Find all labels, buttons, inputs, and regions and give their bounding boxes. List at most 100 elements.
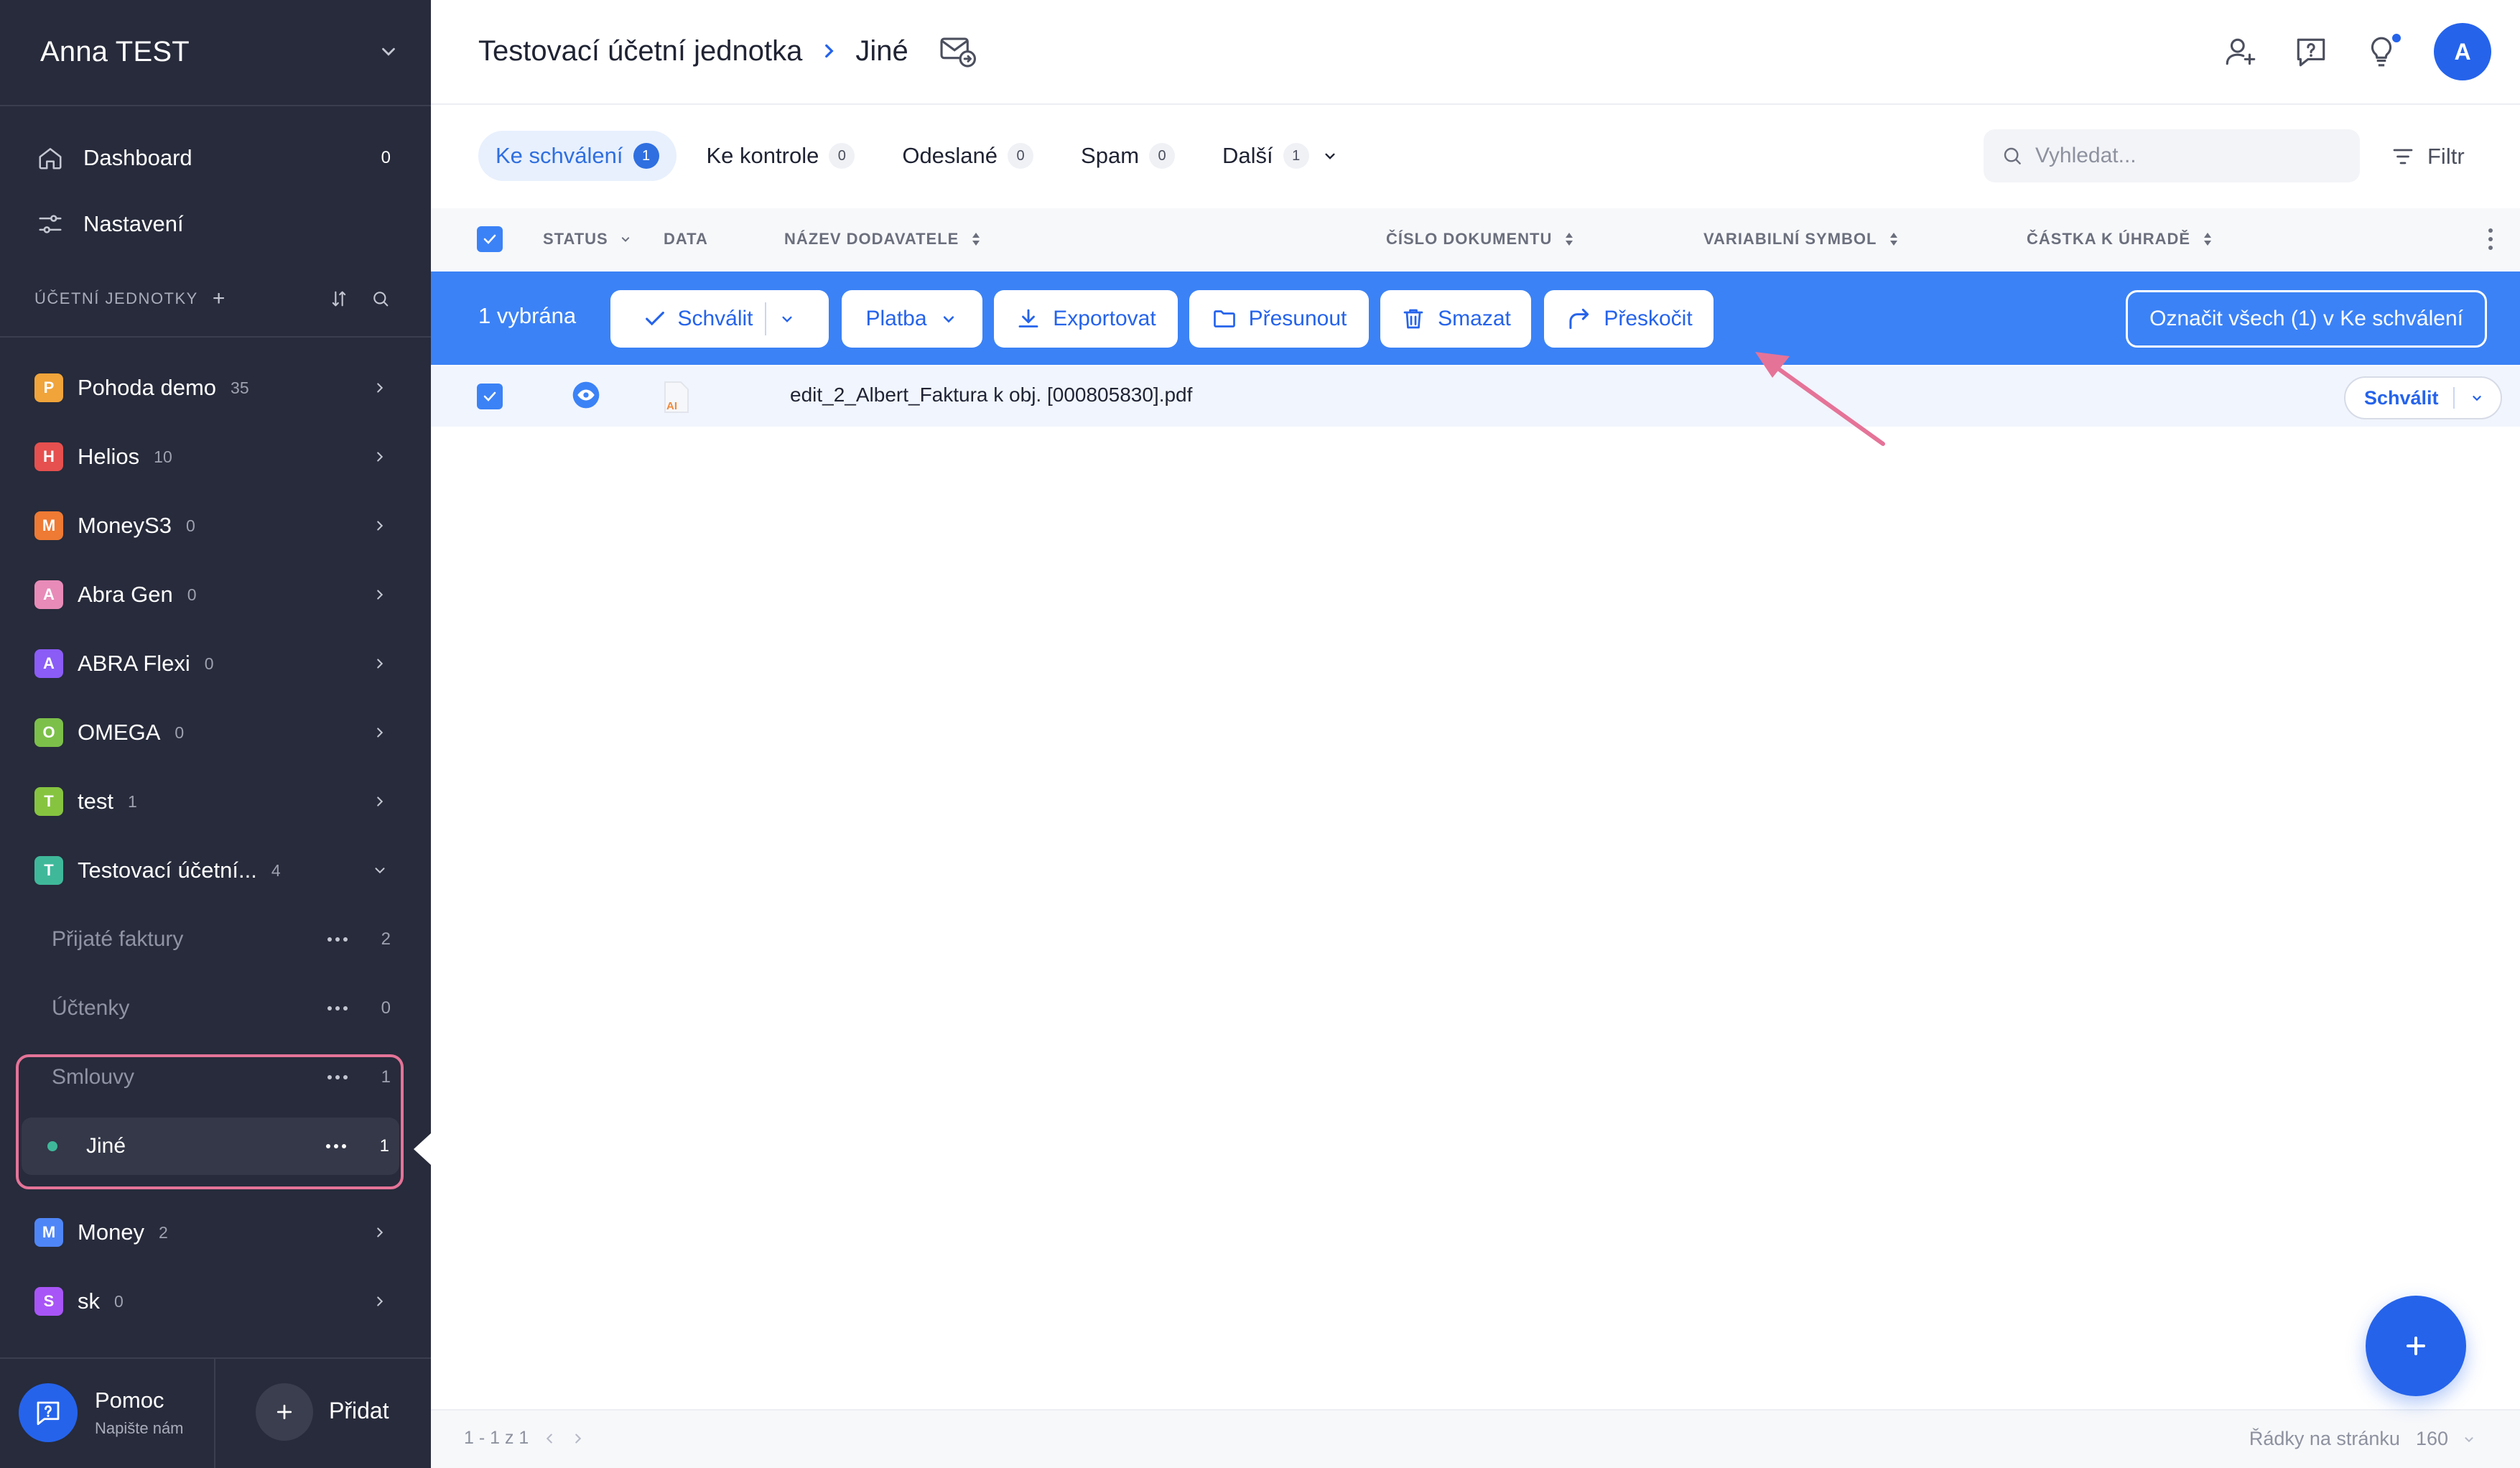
notifications-button[interactable] bbox=[2363, 32, 2402, 70]
annotation-arrow bbox=[1755, 352, 1885, 446]
sidebar-unit-omega[interactable]: O OMEGA 0 bbox=[34, 710, 391, 756]
column-supplier[interactable]: NÁZEV DODAVATELE bbox=[784, 230, 983, 248]
skip-button[interactable]: Přeskočit bbox=[1544, 290, 1714, 348]
column-label: DATA bbox=[664, 230, 708, 248]
table-row[interactable]: AI edit_2_Albert_Faktura k obj. [0008058… bbox=[431, 366, 2520, 427]
select-all-checkbox[interactable] bbox=[477, 226, 503, 252]
divider bbox=[0, 336, 431, 338]
chevron-down-icon[interactable] bbox=[2469, 390, 2485, 406]
skip-label: Přeskočit bbox=[1604, 307, 1693, 330]
status-tabs: Ke schválení 1 Ke kontrole 0 Odeslané 0 … bbox=[478, 131, 1357, 181]
chevron-right-icon bbox=[369, 1291, 391, 1312]
chevron-right-icon bbox=[369, 1222, 391, 1243]
sidebar-unit-helios[interactable]: H Helios 10 bbox=[34, 434, 391, 480]
column-amount[interactable]: ČÁSTKA K ÚHRADĚ bbox=[2027, 230, 2215, 248]
sliders-icon bbox=[34, 208, 66, 240]
sidebar-item-dashboard[interactable]: Dashboard 0 bbox=[34, 135, 391, 181]
sidebar: Anna TEST Dashboard 0 Nastavení ÚČETNÍ J… bbox=[0, 0, 431, 1468]
checkbox-checked-icon bbox=[477, 226, 503, 252]
tab-label: Ke kontrole bbox=[706, 143, 819, 168]
tab-spam[interactable]: Spam 0 bbox=[1064, 131, 1192, 181]
search-box[interactable] bbox=[1984, 129, 2360, 182]
delete-button[interactable]: Smazat bbox=[1380, 290, 1531, 348]
chevron-down-icon bbox=[621, 237, 629, 242]
unit-name: Testovací účetní... bbox=[78, 858, 257, 883]
sidebar-unit-abra-gen[interactable]: A Abra Gen 0 bbox=[34, 572, 391, 618]
sidebar-unit-pohoda-demo[interactable]: P Pohoda demo 35 bbox=[34, 365, 391, 411]
more-icon[interactable] bbox=[323, 937, 352, 942]
unit-badge: A bbox=[34, 649, 63, 678]
rows-per-page-value: 160 bbox=[2415, 1428, 2448, 1449]
subfolder-prijate-faktury[interactable]: Přijaté faktury 2 bbox=[52, 916, 391, 962]
row-approve-button[interactable]: Schválit bbox=[2344, 376, 2502, 419]
sort-icon[interactable] bbox=[329, 289, 349, 309]
add-button[interactable] bbox=[256, 1383, 313, 1441]
search-icon[interactable] bbox=[371, 289, 391, 309]
folder-icon bbox=[1213, 310, 1235, 327]
approve-button[interactable]: Schválit bbox=[643, 307, 753, 331]
breadcrumb: Testovací účetní jednotka Jiné bbox=[478, 30, 979, 72]
add-user-icon[interactable] bbox=[2223, 34, 2259, 70]
eye-icon[interactable] bbox=[572, 381, 600, 409]
chevron-right-icon bbox=[369, 722, 391, 743]
payment-button[interactable]: Platba bbox=[842, 290, 982, 348]
sidebar-unit-money[interactable]: M Money 2 bbox=[34, 1209, 391, 1255]
subfolder-uctenky[interactable]: Účtenky 0 bbox=[52, 985, 391, 1031]
chevron-down-icon[interactable] bbox=[778, 310, 796, 328]
chevron-right-icon bbox=[369, 515, 391, 536]
more-icon[interactable] bbox=[323, 1005, 352, 1011]
tab-dalsi[interactable]: Další 1 bbox=[1205, 131, 1357, 181]
row-approve-label: Schválit bbox=[2364, 386, 2439, 409]
sort-icon bbox=[1890, 233, 1898, 246]
breadcrumb-parent[interactable]: Testovací účetní jednotka bbox=[478, 35, 802, 68]
approve-split-button: Schválit bbox=[610, 290, 829, 348]
add-unit-icon[interactable]: + bbox=[213, 287, 226, 311]
subfolder-name: Přijaté faktury bbox=[52, 927, 184, 951]
column-options-icon[interactable] bbox=[2488, 228, 2493, 251]
active-pointer bbox=[414, 1133, 431, 1165]
tab-ke-kontrole[interactable]: Ke kontrole 0 bbox=[689, 131, 873, 181]
plus-icon bbox=[276, 1404, 292, 1420]
move-button[interactable]: Přesunout bbox=[1189, 290, 1369, 348]
tab-odeslane[interactable]: Odeslané 0 bbox=[885, 131, 1051, 181]
chevron-right-icon[interactable] bbox=[570, 1431, 586, 1446]
column-status[interactable]: STATUS bbox=[543, 230, 633, 248]
help-button[interactable] bbox=[19, 1383, 78, 1442]
column-document-number[interactable]: ČÍSLO DOKUMENTU bbox=[1386, 230, 1576, 248]
sidebar-unit-testovaci[interactable]: T Testovací účetní... 4 bbox=[34, 847, 391, 893]
table-header: STATUS DATA NÁZEV DODAVATELE ČÍSLO DOKUM… bbox=[431, 208, 2520, 270]
sidebar-unit-test[interactable]: T test 1 bbox=[34, 779, 391, 824]
help-title: Pomoc bbox=[95, 1388, 164, 1413]
column-variable-symbol[interactable]: VARIABILNÍ SYMBOL bbox=[1703, 230, 1901, 248]
divider bbox=[0, 1357, 431, 1359]
export-button[interactable]: Exportovat bbox=[994, 290, 1178, 348]
rows-per-page: Řádky na stránku 160 bbox=[2249, 1428, 2477, 1450]
avatar[interactable]: A bbox=[2434, 23, 2491, 80]
home-icon bbox=[34, 142, 66, 174]
unit-name: MoneyS3 bbox=[78, 513, 172, 538]
rows-per-page-select[interactable]: 160 bbox=[2416, 1428, 2477, 1450]
download-icon bbox=[1018, 309, 1038, 327]
user-switcher[interactable]: Anna TEST bbox=[40, 32, 399, 72]
rows-per-page-label: Řádky na stránku bbox=[2249, 1428, 2400, 1449]
unit-name: ABRA Flexi bbox=[78, 651, 190, 676]
mark-all-button[interactable]: Označit všech (1) v Ke schválení bbox=[2126, 290, 2487, 348]
units-section-header: ÚČETNÍ JEDNOTKY + bbox=[34, 284, 391, 313]
file-name[interactable]: edit_2_Albert_Faktura k obj. [000805830]… bbox=[790, 384, 1192, 407]
add-label[interactable]: Přidat bbox=[329, 1398, 389, 1424]
unit-badge: P bbox=[34, 373, 63, 402]
sidebar-item-settings[interactable]: Nastavení bbox=[34, 201, 391, 247]
filter-button[interactable]: Filtr bbox=[2390, 136, 2465, 177]
sidebar-unit-moneys3[interactable]: M MoneyS3 0 bbox=[34, 503, 391, 549]
sidebar-unit-sk[interactable]: S sk 0 bbox=[34, 1278, 391, 1324]
mail-forward-icon[interactable] bbox=[937, 30, 979, 72]
tab-ke-schvaleni[interactable]: Ke schválení 1 bbox=[478, 131, 677, 181]
search-input[interactable] bbox=[2035, 144, 2337, 168]
help-icon[interactable] bbox=[2293, 34, 2329, 70]
row-checkbox[interactable] bbox=[477, 384, 503, 409]
unit-count: 10 bbox=[154, 447, 172, 466]
unit-count: 4 bbox=[271, 860, 281, 880]
sidebar-unit-abra-flexi[interactable]: A ABRA Flexi 0 bbox=[34, 641, 391, 687]
chevron-left-icon[interactable] bbox=[541, 1431, 557, 1446]
add-document-fab[interactable] bbox=[2366, 1296, 2466, 1396]
